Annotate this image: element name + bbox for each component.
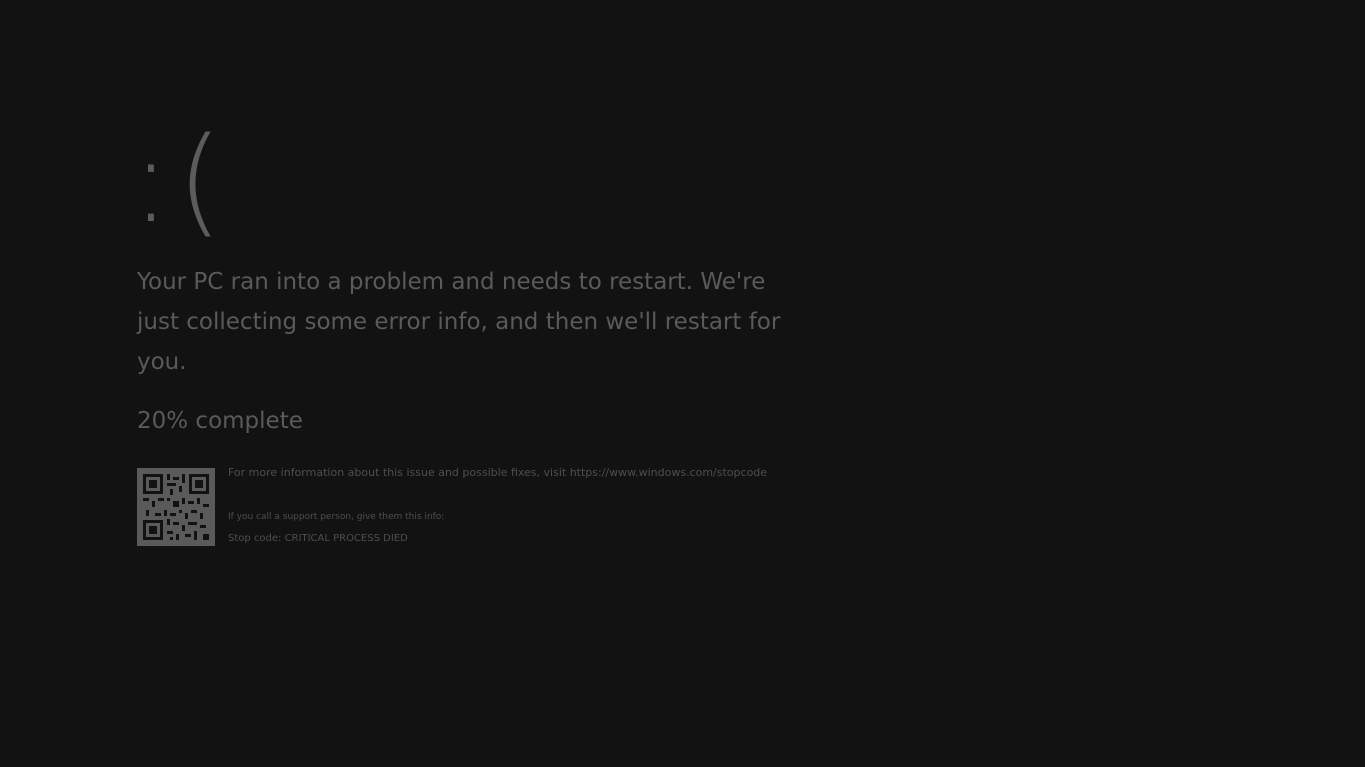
stop-code-text: Stop code: CRITICAL PROCESS DIED xyxy=(228,533,408,544)
blue-screen-of-death: :( Your PC ran into a problem and needs … xyxy=(0,0,1365,767)
sad-face-emoticon: :( xyxy=(131,111,229,249)
more-info-text: For more information about this issue an… xyxy=(228,466,768,479)
qr-code-icon xyxy=(137,468,215,546)
error-message: Your PC ran into a problem and needs to … xyxy=(137,269,781,375)
progress-text: 20% complete xyxy=(137,408,303,434)
error-content: :( Your PC ran into a problem and needs … xyxy=(131,110,837,548)
support-hint-text: If you call a support person, give them … xyxy=(228,512,445,522)
stop-code-info: For more information about this issue an… xyxy=(137,466,837,548)
